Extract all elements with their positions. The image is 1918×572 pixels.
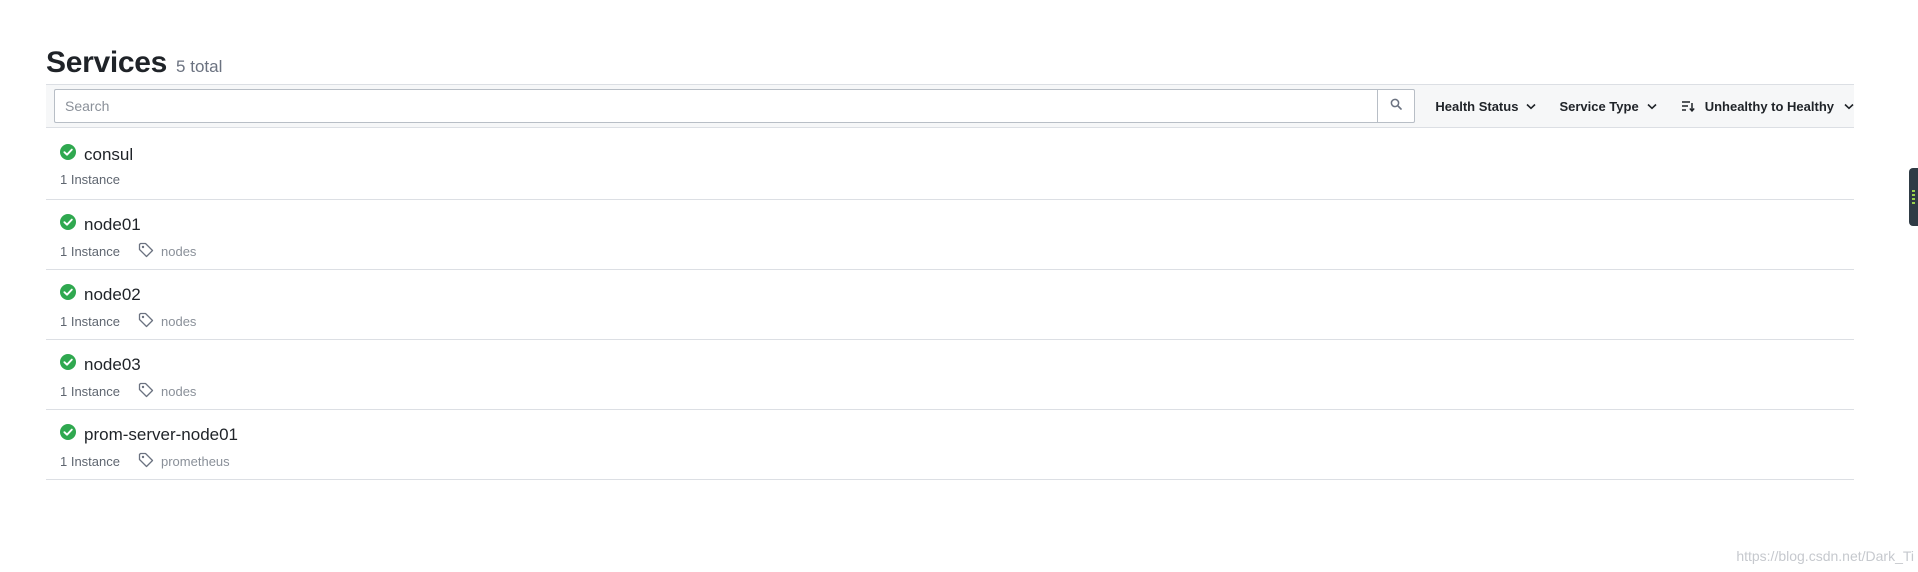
service-meta: 1 Instance nodes [60,312,196,331]
service-name[interactable]: node02 [84,285,141,305]
service-meta: 1 Instance nodes [60,242,196,261]
instance-count: 1 Instance [60,384,120,399]
service-name[interactable]: consul [84,145,133,165]
title-row: Services 5 total [46,46,1854,86]
instance-count: 1 Instance [60,172,120,187]
service-meta: 1 Instance nodes [60,382,196,401]
search-icon [1390,97,1403,115]
chevron-down-icon [1526,103,1536,110]
tag-group: nodes [138,312,196,331]
tag-icon [138,312,154,331]
total-count: 5 total [176,57,223,76]
service-row-node01[interactable]: node01 1 Instance nodes [46,200,1854,270]
filter-bar: Health Status Service Type [46,84,1854,128]
check-circle-icon [60,284,76,305]
tag-icon [138,452,154,471]
chevron-down-icon [1844,103,1854,110]
content: Services 5 total Health Status [46,46,1854,480]
side-panel-handle[interactable] [1909,168,1918,226]
service-head: node01 [60,214,141,235]
page-title: Services [46,46,168,79]
service-head: prom-server-node01 [60,424,238,445]
service-head: consul [60,144,133,165]
instance-count: 1 Instance [60,314,120,329]
sort-icon [1681,100,1695,112]
health-status-label: Health Status [1435,98,1519,114]
tag-label: prometheus [161,454,230,469]
instance-count: 1 Instance [60,454,120,469]
chevron-down-icon [1647,103,1657,110]
tag-group: nodes [138,382,196,401]
search-button[interactable] [1377,89,1416,123]
service-row-node03[interactable]: node03 1 Instance nodes [46,340,1854,410]
tag-icon [138,382,154,401]
tag-label: nodes [161,314,197,329]
service-name[interactable]: node03 [84,355,141,375]
service-meta: 1 Instance prometheus [60,452,230,471]
service-row-node02[interactable]: node02 1 Instance nodes [46,270,1854,340]
grip-icon [1912,190,1915,206]
tag-label: nodes [161,384,197,399]
services-page: Services 5 total Health Status [0,0,1918,572]
sort-label: Unhealthy to Healthy [1704,98,1834,114]
check-circle-icon [60,354,76,375]
check-circle-icon [60,424,76,445]
tag-label: nodes [161,244,197,259]
service-name[interactable]: node01 [84,215,141,235]
check-circle-icon [60,214,76,235]
search-box [54,89,1416,123]
instance-count: 1 Instance [60,244,120,259]
service-head: node03 [60,354,141,375]
service-list: consul 1 Instance node01 1 Instance node… [46,130,1854,480]
search-input[interactable] [54,89,1378,123]
service-meta: 1 Instance [60,172,120,187]
sort-dropdown[interactable]: Unhealthy to Healthy [1681,99,1854,114]
check-circle-icon [60,144,76,165]
service-type-dropdown[interactable]: Service Type [1559,98,1657,114]
service-row-prom-server-node01[interactable]: prom-server-node01 1 Instance prometheus [46,410,1854,480]
tag-group: prometheus [138,452,230,471]
tag-icon [138,242,154,261]
service-head: node02 [60,284,141,305]
service-row-consul[interactable]: consul 1 Instance [46,130,1854,200]
service-type-label: Service Type [1559,98,1639,114]
watermark: https://blog.csdn.net/Dark_Ti [1736,548,1914,564]
service-name[interactable]: prom-server-node01 [84,425,238,445]
health-status-dropdown[interactable]: Health Status [1435,99,1536,114]
tag-group: nodes [138,242,196,261]
